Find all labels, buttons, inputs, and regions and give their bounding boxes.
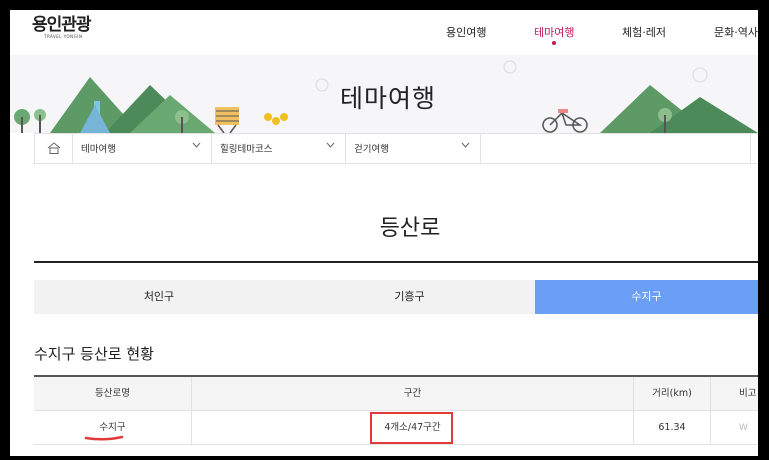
nav-item-experience-leisure[interactable]: 체험·레저	[622, 24, 666, 40]
nav-item-yongin-travel[interactable]: 용인여행	[446, 24, 486, 40]
breadcrumb-label: 힐링테마코스	[220, 144, 273, 155]
title-divider	[34, 261, 758, 263]
tab-giheung[interactable]: 기흥구	[284, 280, 535, 314]
red-box-annotation	[370, 412, 453, 444]
tab-label: 처인구	[143, 290, 175, 303]
nav-item-culture-history[interactable]: 문화·역사	[714, 24, 758, 40]
breadcrumb-dropdown-healing[interactable]: 힐링테마코스	[212, 134, 346, 163]
header-trail-name: 등산로명	[34, 377, 192, 410]
chevron-down-icon	[461, 142, 470, 148]
site-header: 용인관광 TRAVEL YONGIN 용인여행 테마여행 체험·레저 문화·역사	[10, 10, 758, 55]
breadcrumb-dropdown-theme[interactable]: 테마여행	[73, 134, 212, 163]
home-link[interactable]	[34, 134, 73, 163]
page-title: 등산로	[379, 216, 441, 241]
table-header-row: 등산로명 구간 거리(km) 비고	[34, 377, 758, 411]
nav-item-theme-travel[interactable]: 테마여행	[534, 24, 575, 45]
breadcrumb-empty-slot	[481, 134, 751, 163]
banner-title: 테마여행	[340, 84, 437, 113]
breadcrumb-label: 테마여행	[81, 144, 116, 155]
breadcrumb: 테마여행 힐링테마코스 걷기여행	[34, 133, 758, 164]
header-section: 구간	[192, 377, 634, 410]
breadcrumb-dropdown-walking[interactable]: 걷기여행	[346, 134, 481, 163]
browser-viewport: 용인관광 TRAVEL YONGIN 용인여행 테마여행 체험·레저 문화·역사	[10, 10, 758, 456]
tab-label: 수지구	[631, 290, 662, 303]
nav-label: 문화·역사	[714, 26, 758, 39]
header-distance: 거리(km)	[634, 377, 711, 410]
home-icon	[47, 142, 61, 154]
tab-suji[interactable]: 수지구	[535, 280, 758, 314]
tab-cheoin[interactable]: 처인구	[34, 280, 284, 314]
section-title: 수지구 등산로 현황	[34, 345, 154, 363]
cell-distance: 61.34	[634, 411, 711, 444]
breadcrumb-label: 걷기여행	[354, 144, 389, 155]
logo-text: 용인관광	[32, 15, 92, 35]
nav-label: 체험·레저	[622, 26, 666, 39]
site-logo[interactable]: 용인관광 TRAVEL YONGIN	[32, 15, 92, 39]
nav-label: 테마여행	[534, 26, 575, 39]
red-underline-annotation	[84, 435, 124, 441]
header-note: 비고	[739, 388, 757, 399]
chevron-down-icon	[192, 142, 201, 148]
theme-banner: 테마여행	[10, 55, 758, 133]
tab-label: 기흥구	[394, 290, 425, 303]
cell-note: W	[739, 423, 748, 433]
district-tabs: 처인구 기흥구 수지구	[34, 280, 758, 314]
chevron-down-icon	[326, 142, 335, 148]
nav-label: 용인여행	[446, 26, 487, 39]
active-indicator-dot	[552, 41, 557, 45]
